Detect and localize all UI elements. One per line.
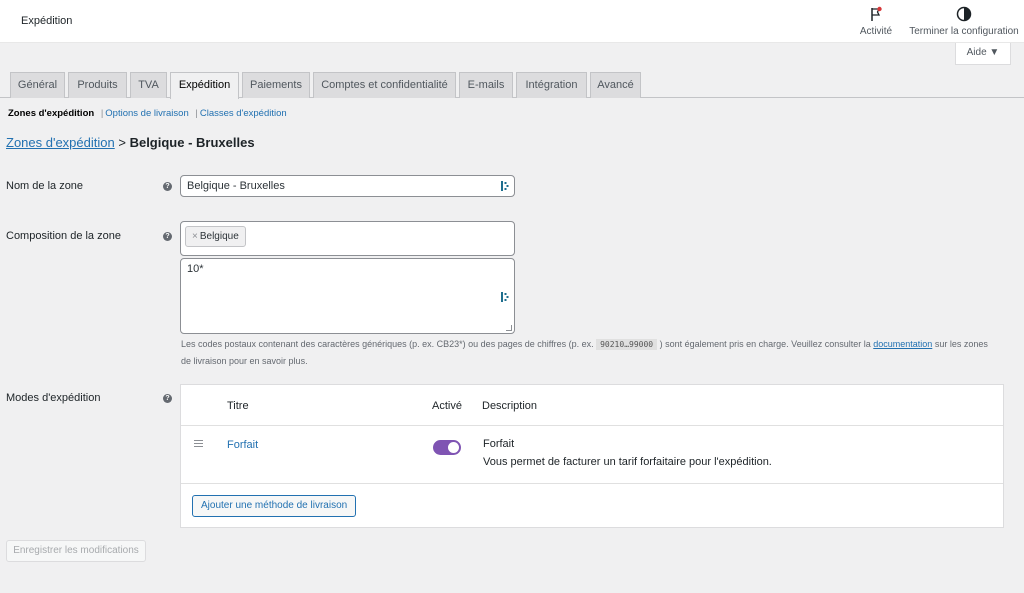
breadcrumb-zones-link[interactable]: Zones d'expédition bbox=[6, 135, 115, 150]
top-bar: Expédition Activité Terminer la configur… bbox=[0, 0, 1024, 43]
toggle-knob bbox=[448, 442, 459, 453]
activity-label: Activité bbox=[859, 26, 893, 37]
region-chip: × Belgique bbox=[185, 226, 246, 247]
shipping-methods-table: Titre Activé Description Forfait Forfait… bbox=[180, 384, 1004, 528]
postcode-hint: Les codes postaux contenant des caractèr… bbox=[181, 336, 991, 369]
shipping-subnav: Zones d'expédition | Options de livraison… bbox=[8, 108, 287, 119]
hint-text: Les codes postaux contenant des caractèr… bbox=[181, 339, 594, 349]
finish-setup-label: Terminer la configuration bbox=[909, 26, 1019, 37]
resize-handle-icon[interactable] bbox=[506, 325, 512, 331]
help-icon[interactable]: ? bbox=[163, 232, 172, 241]
subnav-shipping-classes[interactable]: Classes d'expédition bbox=[200, 108, 287, 119]
hint-text: ) sont également pris en charge. Veuille… bbox=[659, 339, 871, 349]
finish-setup-button[interactable]: Terminer la configuration bbox=[906, 6, 1022, 37]
tab-shipping[interactable]: Expédition bbox=[170, 72, 239, 99]
help-icon[interactable]: ? bbox=[163, 394, 172, 403]
drag-handle-icon[interactable] bbox=[194, 440, 203, 449]
tab-emails[interactable]: E-mails bbox=[459, 72, 513, 98]
save-changes-button[interactable]: Enregistrer les modifications bbox=[6, 540, 146, 562]
documentation-link[interactable]: documentation bbox=[873, 339, 932, 349]
zone-composition-label: Composition de la zone bbox=[6, 230, 121, 242]
settings-tabs: Général Produits TVA Expédition Paiement… bbox=[0, 72, 1024, 99]
zone-name-label: Nom de la zone bbox=[6, 180, 84, 192]
tab-payments[interactable]: Paiements bbox=[242, 72, 310, 98]
zone-name-value: Belgique - Bruxelles bbox=[187, 180, 285, 192]
breadcrumb: Zones d'expédition > Belgique - Bruxelle… bbox=[6, 135, 255, 150]
method-enabled-toggle[interactable] bbox=[433, 440, 461, 455]
tab-products[interactable]: Produits bbox=[68, 72, 127, 98]
help-dropdown-button[interactable]: Aide ▼ bbox=[955, 43, 1011, 65]
subnav-shipping-options[interactable]: Options de livraison bbox=[105, 108, 188, 119]
grammarly-icon[interactable] bbox=[501, 181, 509, 191]
divider bbox=[181, 483, 1003, 484]
postcodes-textarea[interactable]: 10* bbox=[180, 258, 515, 334]
zone-name-input[interactable]: Belgique - Bruxelles bbox=[180, 175, 515, 197]
add-shipping-method-button[interactable]: Ajouter une méthode de livraison bbox=[192, 495, 357, 517]
method-title-link[interactable]: Forfait bbox=[227, 439, 258, 451]
region-select[interactable]: × Belgique bbox=[180, 221, 515, 256]
grammarly-icon[interactable] bbox=[501, 292, 509, 302]
subnav-separator: | bbox=[195, 108, 198, 119]
subnav-separator: | bbox=[100, 108, 104, 119]
method-description: Vous permet de facturer un tarif forfait… bbox=[483, 456, 772, 468]
postcodes-value: 10* bbox=[187, 263, 204, 275]
page-title: Expédition bbox=[21, 15, 73, 27]
tab-tax[interactable]: TVA bbox=[130, 72, 167, 98]
breadcrumb-current: Belgique - Bruxelles bbox=[129, 135, 255, 150]
shipping-methods-label: Modes d'expédition bbox=[6, 392, 101, 404]
breadcrumb-separator: > bbox=[118, 135, 126, 150]
tab-advanced[interactable]: Avancé bbox=[590, 72, 641, 98]
chip-remove-icon[interactable]: × bbox=[192, 231, 198, 242]
column-title: Titre bbox=[227, 400, 249, 412]
help-icon[interactable]: ? bbox=[163, 182, 172, 191]
tab-integration[interactable]: Intégration bbox=[516, 72, 587, 98]
flag-icon bbox=[871, 6, 882, 21]
activity-button[interactable]: Activité bbox=[856, 6, 896, 37]
half-circle-icon bbox=[956, 6, 972, 22]
column-enabled: Activé bbox=[432, 400, 462, 412]
hint-code: 90210…99000 bbox=[596, 339, 658, 350]
tab-accounts-privacy[interactable]: Comptes et confidentialité bbox=[313, 72, 456, 98]
divider bbox=[181, 425, 1003, 426]
method-desc-title: Forfait bbox=[483, 438, 515, 450]
subnav-shipping-zones[interactable]: Zones d'expédition bbox=[8, 108, 94, 119]
column-description: Description bbox=[482, 400, 538, 412]
tab-general[interactable]: Général bbox=[10, 72, 65, 98]
region-chip-label: Belgique bbox=[199, 231, 239, 242]
